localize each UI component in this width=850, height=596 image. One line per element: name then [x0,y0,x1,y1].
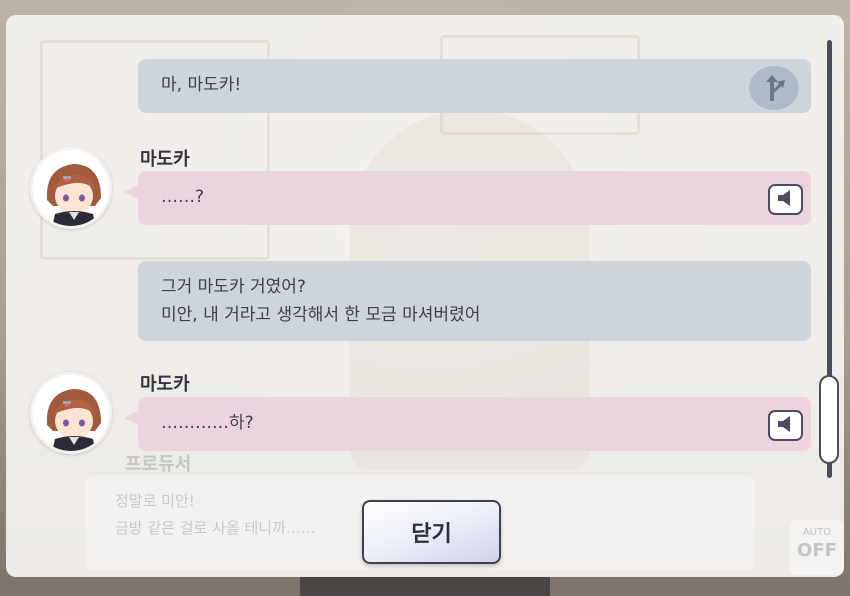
log-entry-player: 그거 마도카 거였어? 미안, 내 거라고 생각해서 한 모금 마셔버렸어 [138,261,811,341]
speaker-icon [776,189,796,211]
log-entry-text-line-1: 그거 마도카 거였어? [161,277,306,297]
log-entry-text: 마, 마도카! [161,75,242,95]
log-entry-character: …………하? [124,397,811,451]
speaker-icon [776,415,796,437]
log-entry-text: …………하? [161,413,254,433]
scrollbar-thumb[interactable] [819,375,839,464]
log-entry-player: 마, 마도카! [138,59,811,113]
speaker-name: 마도카 [140,149,190,170]
auto-state: OFF [797,540,837,561]
close-button[interactable]: 닫기 [362,500,501,564]
voice-replay-button[interactable] [768,410,803,441]
background-auto-toggle: AUTO OFF [790,520,844,575]
log-entry-character: ……? [124,171,811,225]
avatar [30,147,112,229]
auto-label: AUTO [802,527,832,538]
branch-icon [749,66,799,110]
voice-replay-button[interactable] [768,184,803,215]
speaker-name: 마도카 [140,374,190,395]
background-line-2: 금방 같은 걸로 사올 테니까…… [115,519,316,537]
log-entry-text-line-2: 미안, 내 거라고 생각해서 한 모금 마셔버렸어 [161,305,481,325]
avatar [30,372,112,454]
background-line-1: 정말로 미안! [115,492,195,510]
scene-bottom-strip [300,576,550,596]
background-speaker-name: 프로듀서 [125,454,192,475]
log-entry-text: ……? [161,187,205,207]
